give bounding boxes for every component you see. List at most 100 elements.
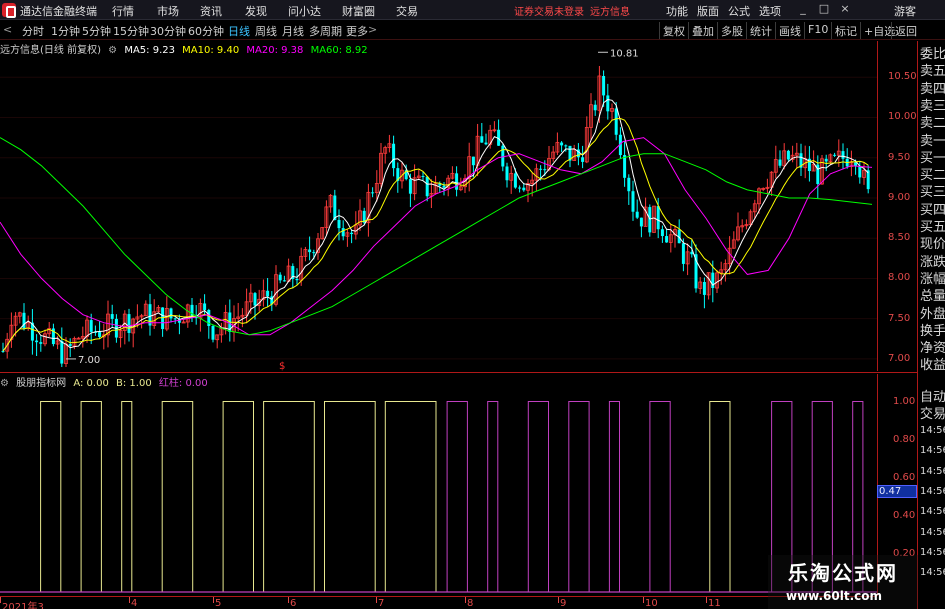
tab-15min[interactable]: 15分钟	[113, 23, 149, 39]
price-tick-label: 10.50	[888, 71, 917, 83]
candle-body-down	[639, 217, 643, 227]
menu-jiaoyi[interactable]: 交易	[396, 3, 418, 19]
menu-gongneng[interactable]: 功能	[666, 3, 688, 19]
date-tick	[558, 597, 559, 603]
menu-banmian[interactable]: 版面	[697, 3, 719, 19]
tab-weekly[interactable]: 周线	[255, 23, 277, 39]
menu-zixun[interactable]: 资讯	[200, 3, 222, 19]
pane-divider[interactable]	[0, 372, 917, 373]
minimize-icon[interactable]: _	[796, 2, 810, 16]
tab-fenshi[interactable]: 分时	[22, 23, 44, 39]
high-marker-label: 10.81	[610, 48, 639, 59]
broker-name[interactable]: 远方信息	[590, 3, 630, 18]
candle-body-down	[631, 191, 635, 212]
app-name: 通达信金融终端	[20, 5, 97, 18]
current-value-box: 0.47	[877, 485, 917, 498]
tab-5min[interactable]: 5分钟	[82, 23, 111, 39]
candle-body-down	[513, 173, 517, 188]
tab-multi-period[interactable]: 多周期	[309, 23, 342, 39]
close-icon[interactable]: ×	[838, 2, 852, 16]
date-tick-label: 9	[560, 598, 567, 609]
menu-hangqing[interactable]: 行情	[112, 3, 134, 19]
indicator-gear-icon[interactable]: ⚙	[0, 378, 9, 389]
candle-body-down	[421, 176, 425, 178]
title-bar: 通达信金融终端 行情 市场 资讯 发现 问小达 财富圈 交易 证券交易未登录 远…	[0, 0, 945, 20]
date-tick	[376, 597, 377, 603]
menu-xuanxiang[interactable]: 选项	[759, 3, 781, 19]
more-arrow-icon[interactable]: >	[368, 23, 377, 36]
candle-body-down	[110, 314, 114, 319]
date-tick-label: 10	[645, 598, 658, 609]
user-guest[interactable]: 游客	[894, 3, 916, 19]
login-warning[interactable]: 证券交易未登录	[514, 3, 584, 18]
period-toolbar: < 分时 1分钟 5分钟 15分钟 30分钟 60分钟 日线 周线 月线 多周期…	[0, 21, 945, 40]
date-tick	[288, 597, 289, 603]
menu-shichang[interactable]: 市场	[157, 3, 179, 19]
low-marker-label: 7.00	[78, 355, 100, 366]
menu-wenxiaoda[interactable]: 问小达	[288, 3, 321, 19]
tab-daily[interactable]: 日线	[228, 23, 250, 39]
date-tick-label: 2021年3	[2, 602, 44, 609]
ma60-label: MA60: 8.92	[310, 45, 368, 56]
candle-body-down	[581, 157, 585, 162]
tab-60min[interactable]: 60分钟	[188, 23, 224, 39]
tab-1min[interactable]: 1分钟	[51, 23, 80, 39]
date-tick-label: 11	[708, 598, 721, 609]
date-tick-label: 6	[290, 598, 297, 609]
candle-body-down	[333, 195, 337, 220]
side-label: 委比	[920, 47, 945, 62]
side-label: 换手	[920, 323, 945, 339]
menu-caifuquan[interactable]: 财富圈	[342, 3, 375, 19]
indicator-tick-label: 0.40	[893, 509, 916, 521]
candle-body-down	[337, 219, 341, 229]
tab-30min[interactable]: 30分钟	[150, 23, 186, 39]
candle-body-down	[480, 136, 484, 143]
indicator-b-label: B: 1.00	[116, 378, 152, 389]
menu-gongshi[interactable]: 公式	[728, 3, 750, 19]
candle-body-down	[89, 320, 93, 332]
trade-time: 14:56	[920, 425, 945, 436]
tab-monthly[interactable]: 月线	[282, 23, 304, 39]
candle-body-down	[656, 206, 660, 230]
tool-tongji[interactable]: 统计	[746, 22, 775, 39]
candle-body-down	[560, 142, 564, 146]
kline-chart[interactable]: 10.81 7.00 $	[0, 41, 877, 371]
side-label: 买三	[920, 185, 945, 201]
candle-body-down	[660, 229, 664, 237]
maximize-icon[interactable]: □	[817, 2, 831, 16]
collapse-arrow-icon[interactable]: <	[3, 23, 12, 36]
date-tick	[643, 597, 644, 603]
side-label: 卖一	[920, 133, 945, 149]
candle-body-down	[169, 308, 173, 319]
menu-faxian[interactable]: 发现	[245, 3, 267, 19]
tool-biaoji[interactable]: 标记	[831, 22, 860, 39]
candle-body-down	[68, 344, 72, 346]
indicator-tick-label: 0.80	[893, 433, 916, 445]
price-tick-label: 9.00	[888, 191, 911, 203]
tool-duogu[interactable]: 多股	[717, 22, 746, 39]
price-tick-label: 7.00	[888, 352, 911, 364]
candle-body-down	[522, 187, 526, 191]
candle-body-down	[392, 143, 396, 169]
candle-body-down	[786, 150, 790, 160]
candle-body-down	[161, 307, 165, 330]
date-tick	[213, 597, 214, 603]
tool-f10[interactable]: F10	[804, 22, 831, 39]
tool-fuquan[interactable]: 复权	[659, 22, 688, 39]
indicator-title: 股朋指标网	[16, 378, 67, 389]
indicator-a-label: A: 0.00	[73, 378, 109, 389]
tab-more[interactable]: 更多	[346, 23, 368, 39]
side-label: 买二	[920, 168, 945, 184]
candle-body-down	[606, 95, 610, 112]
stock-title: 远方信息(日线 前复权)	[0, 45, 101, 56]
indicator-chart[interactable]	[0, 374, 877, 596]
tool-back[interactable]: 返回	[891, 22, 920, 39]
settings-gear-icon[interactable]: ⚙	[108, 45, 117, 56]
tool-diejia[interactable]: 叠加	[688, 22, 717, 39]
candle-body-down	[665, 236, 669, 243]
tool-huaxian[interactable]: 画线	[775, 22, 804, 39]
side-label: 总量	[920, 289, 945, 305]
candle-body-down	[211, 325, 215, 340]
candle-body-down	[253, 293, 257, 306]
candle-body-down	[203, 303, 207, 310]
